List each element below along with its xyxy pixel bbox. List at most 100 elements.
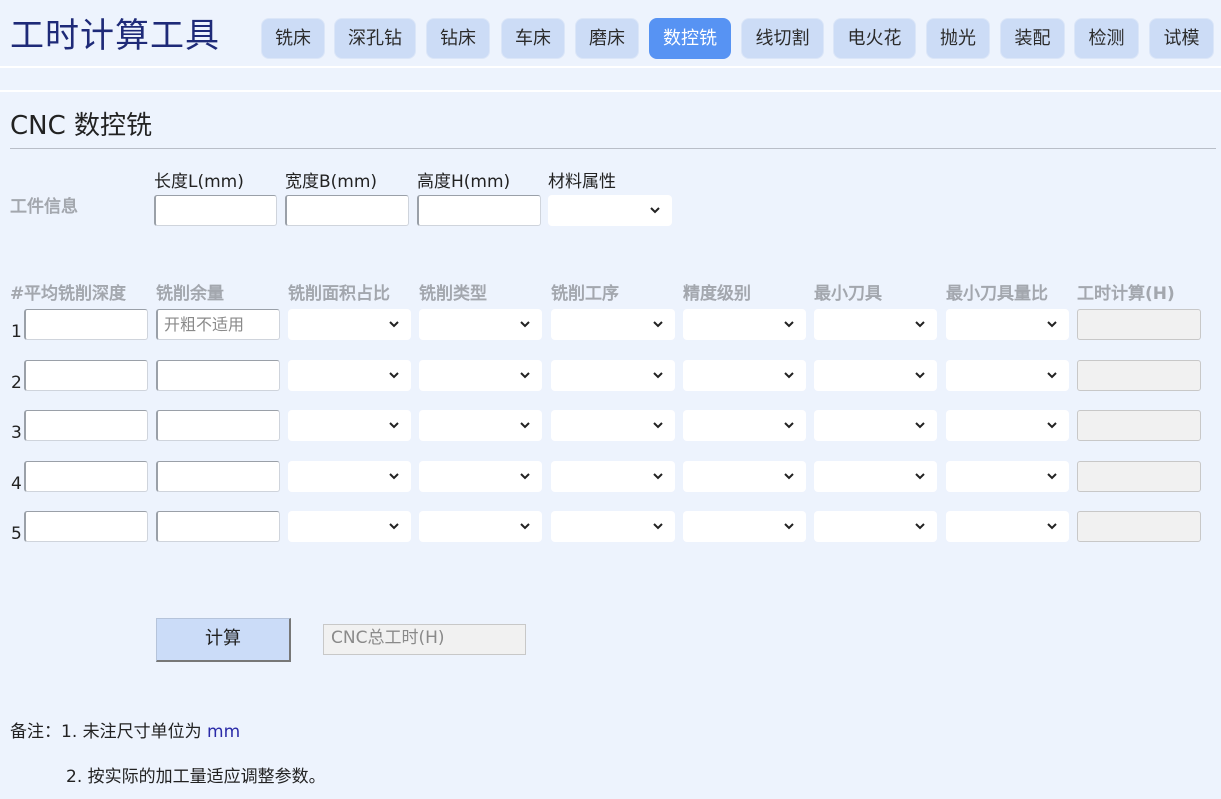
chevron-down-icon	[915, 523, 925, 530]
precision-grade-select[interactable]	[683, 461, 806, 492]
chevron-down-icon	[520, 473, 530, 480]
cut-process-select[interactable]	[551, 360, 675, 391]
avg-cut-depth-input[interactable]	[24, 511, 148, 542]
hours-output[interactable]	[1077, 461, 1201, 492]
tab-11[interactable]: 试模	[1149, 18, 1214, 59]
chevron-down-icon	[653, 473, 663, 480]
precision-grade-select[interactable]	[683, 309, 806, 340]
avg-cut-depth-input[interactable]	[24, 410, 148, 441]
tab-3[interactable]: 车床	[501, 18, 565, 59]
notes-line-1: 备注：1. 未注尺寸单位为 mm	[10, 721, 240, 743]
hours-output[interactable]	[1077, 410, 1201, 441]
chevron-down-icon	[784, 422, 794, 429]
precision-grade-select[interactable]	[683, 410, 806, 441]
cut-allowance-input[interactable]	[156, 360, 280, 391]
notes-prefix: 备注：	[10, 722, 61, 742]
cut-type-select[interactable]	[419, 461, 542, 492]
cut-area-ratio-select[interactable]	[288, 511, 411, 542]
cut-allowance-input[interactable]	[156, 461, 280, 492]
chevron-down-icon	[915, 422, 925, 429]
avg-cut-depth-input[interactable]	[24, 360, 148, 391]
chevron-down-icon	[1047, 321, 1057, 328]
height-label: 高度H(mm)	[417, 172, 511, 192]
cut-process-select[interactable]	[551, 461, 675, 492]
tab-9[interactable]: 装配	[1000, 18, 1065, 59]
min-tool-select[interactable]	[814, 461, 937, 492]
hours-output[interactable]	[1077, 360, 1201, 391]
cut-allowance-input[interactable]	[156, 309, 280, 340]
tab-0[interactable]: 铣床	[261, 18, 325, 59]
material-select[interactable]	[548, 195, 672, 226]
notes-line1-text: 1. 未注尺寸单位为	[61, 722, 208, 742]
avg-cut-depth-input[interactable]	[24, 309, 148, 340]
height-input[interactable]	[417, 195, 541, 226]
chevron-down-icon	[1047, 473, 1057, 480]
tab-8[interactable]: 抛光	[926, 18, 990, 59]
chevron-down-icon	[784, 473, 794, 480]
chevron-down-icon	[389, 422, 399, 429]
min-tool-select[interactable]	[814, 309, 937, 340]
chevron-down-icon	[650, 207, 660, 214]
min-tool-ratio-select[interactable]	[946, 309, 1069, 340]
cut-process-select[interactable]	[551, 309, 675, 340]
chevron-down-icon	[653, 523, 663, 530]
min-tool-header: 最小刀具	[814, 284, 882, 304]
cut-allowance-input[interactable]	[156, 410, 280, 441]
cut-area-ratio-header: 铣削面积占比	[288, 284, 390, 304]
chevron-down-icon	[389, 523, 399, 530]
cut-type-select[interactable]	[419, 360, 542, 391]
min-tool-ratio-select[interactable]	[946, 461, 1069, 492]
tab-4[interactable]: 磨床	[575, 18, 639, 59]
tab-10[interactable]: 检测	[1074, 18, 1139, 59]
length-label: 长度L(mm)	[154, 172, 244, 192]
min-tool-ratio-select[interactable]	[946, 360, 1069, 391]
tab-6[interactable]: 线切割	[741, 18, 824, 59]
cut-area-ratio-select[interactable]	[288, 360, 411, 391]
cut-process-select[interactable]	[551, 511, 675, 542]
chevron-down-icon	[653, 372, 663, 379]
row-number: 1	[11, 322, 22, 342]
min-tool-select[interactable]	[814, 511, 937, 542]
length-input[interactable]	[154, 195, 277, 226]
chevron-down-icon	[520, 372, 530, 379]
chevron-down-icon	[520, 422, 530, 429]
tab-2[interactable]: 钻床	[426, 18, 490, 59]
cnc-total-hours-field[interactable]: CNC总工时(H)	[323, 624, 526, 655]
chevron-down-icon	[653, 321, 663, 328]
chevron-down-icon	[1047, 372, 1057, 379]
cut-process-select[interactable]	[551, 410, 675, 441]
min-tool-select[interactable]	[814, 360, 937, 391]
min-tool-select[interactable]	[814, 410, 937, 441]
row-number: 5	[11, 524, 22, 544]
cut-type-select[interactable]	[419, 511, 542, 542]
calculate-button[interactable]: 计算	[156, 618, 291, 662]
chevron-down-icon	[1047, 523, 1057, 530]
chevron-down-icon	[784, 523, 794, 530]
cut-area-ratio-select[interactable]	[288, 309, 411, 340]
precision-grade-select[interactable]	[683, 360, 806, 391]
hours-output[interactable]	[1077, 309, 1201, 340]
tab-5[interactable]: 数控铣	[649, 18, 731, 59]
width-input[interactable]	[285, 195, 409, 226]
tab-7[interactable]: 电火花	[833, 18, 916, 59]
hours-output[interactable]	[1077, 511, 1201, 542]
workpiece-section-label: 工件信息	[10, 197, 78, 217]
cut-area-ratio-select[interactable]	[288, 461, 411, 492]
chevron-down-icon	[915, 372, 925, 379]
min-tool-ratio-select[interactable]	[946, 511, 1069, 542]
precision-grade-select[interactable]	[683, 511, 806, 542]
min-tool-ratio-select[interactable]	[946, 410, 1069, 441]
hours-header: 工时计算(H)	[1077, 284, 1175, 304]
chevron-down-icon	[915, 321, 925, 328]
chevron-down-icon	[520, 321, 530, 328]
chevron-down-icon	[784, 321, 794, 328]
cut-allowance-header: 铣削余量	[156, 284, 224, 304]
tab-1[interactable]: 深孔钻	[334, 18, 416, 59]
cut-area-ratio-select[interactable]	[288, 410, 411, 441]
cut-type-select[interactable]	[419, 309, 542, 340]
page-title: CNC 数控铣	[10, 111, 153, 141]
divider	[0, 90, 1221, 92]
avg-cut-depth-input[interactable]	[24, 461, 148, 492]
cut-type-select[interactable]	[419, 410, 542, 441]
cut-allowance-input[interactable]	[156, 511, 280, 542]
